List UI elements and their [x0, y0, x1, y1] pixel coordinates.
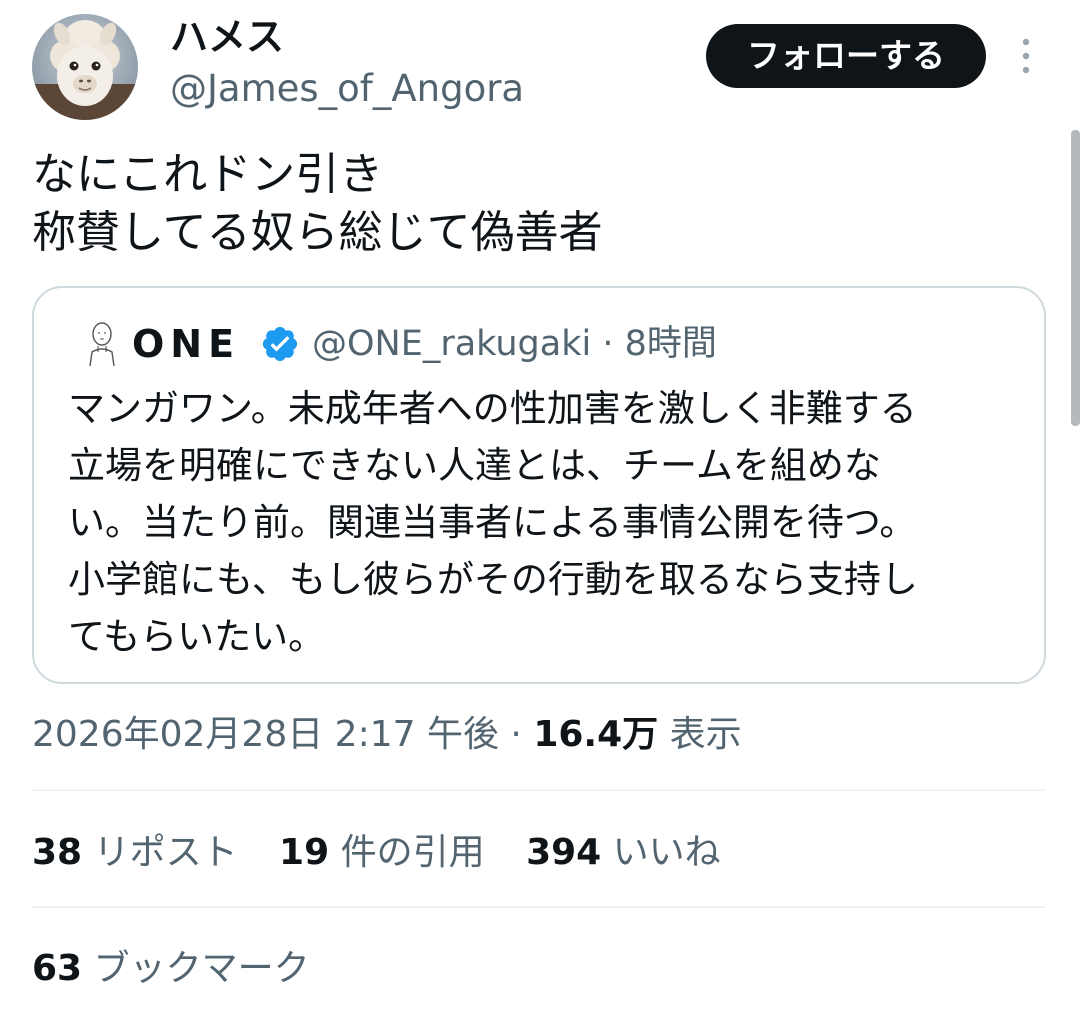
- tweet-line: なにこれドン引き: [32, 149, 384, 200]
- tweet-text: なにこれドン引き 称賛してる奴ら総じて偽善者: [32, 146, 1032, 262]
- meta-separator: ·: [510, 714, 522, 755]
- quote-line: 小学館にも、もし彼らがその行動を取るなら支持し: [68, 558, 918, 601]
- quote-line: い。当たり前。関連当事者による事情公開を待つ。: [68, 501, 917, 544]
- bookmarks-stat[interactable]: 63 ブックマーク: [32, 942, 310, 996]
- likes-stat[interactable]: 394 いいね: [526, 826, 721, 880]
- timestamp-row: 2026年02月28日 2:17 午後 · 16.4万 表示: [32, 708, 742, 762]
- views-label: 表示: [669, 714, 742, 755]
- quote-time[interactable]: 8時間: [625, 324, 717, 364]
- reposts-label: リポスト: [93, 832, 238, 873]
- display-name[interactable]: ハメス: [170, 12, 284, 62]
- avatar[interactable]: [32, 14, 138, 120]
- engagement-stats: 38 リポスト 19 件の引用 394 いいね: [32, 826, 751, 880]
- quote-author-handle: @ONE_rakugaki: [312, 324, 592, 364]
- post-timestamp[interactable]: 2026年02月28日 2:17 午後: [32, 714, 499, 755]
- reposts-stat[interactable]: 38 リポスト: [32, 826, 238, 880]
- quotes-count: 19: [279, 832, 330, 873]
- bookmarks-count: 63: [32, 948, 83, 989]
- quote-tweet-card[interactable]: ONE @ONE_rakugaki · 8時間 マンガワン。未成年者への性加害を…: [32, 286, 1046, 684]
- user-handle[interactable]: @James_of_Angora: [170, 64, 524, 114]
- quote-meta: @ONE_rakugaki · 8時間: [312, 318, 717, 370]
- quote-avatar: [74, 316, 130, 372]
- likes-count: 394: [526, 832, 602, 873]
- bookmarks-label: ブックマーク: [93, 948, 310, 989]
- sketch-person-avatar: [74, 316, 130, 372]
- reposts-count: 38: [32, 832, 83, 873]
- quote-body: マンガワン。未成年者への性加害を激しく非難する 立場を明確にできない人達とは、チ…: [68, 380, 1028, 665]
- quote-line: てもらいたい。: [68, 615, 326, 658]
- tweet-line: 称賛してる奴ら総じて偽善者: [32, 207, 603, 258]
- views-count: 16.4万: [533, 714, 659, 755]
- follow-button[interactable]: フォローする: [706, 24, 986, 88]
- quotes-label: 件の引用: [340, 832, 485, 873]
- divider: [32, 906, 1046, 908]
- verified-badge-icon: [260, 324, 300, 364]
- quote-line: マンガワン。未成年者への性加害を激しく非難する: [68, 387, 917, 430]
- alpaca-avatar: [32, 14, 138, 120]
- quote-line: 立場を明確にできない人達とは、チームを組めな: [68, 444, 881, 487]
- likes-label: いいね: [612, 832, 721, 873]
- scrollbar[interactable]: [1071, 130, 1080, 426]
- meta-separator: ·: [602, 324, 614, 364]
- bookmarks-stat-inner[interactable]: 63 ブックマーク: [32, 942, 310, 996]
- divider: [32, 789, 1046, 791]
- quotes-stat[interactable]: 19 件の引用: [279, 826, 485, 880]
- quote-author-name: ONE: [132, 322, 241, 366]
- more-vertical-icon[interactable]: [1012, 36, 1040, 76]
